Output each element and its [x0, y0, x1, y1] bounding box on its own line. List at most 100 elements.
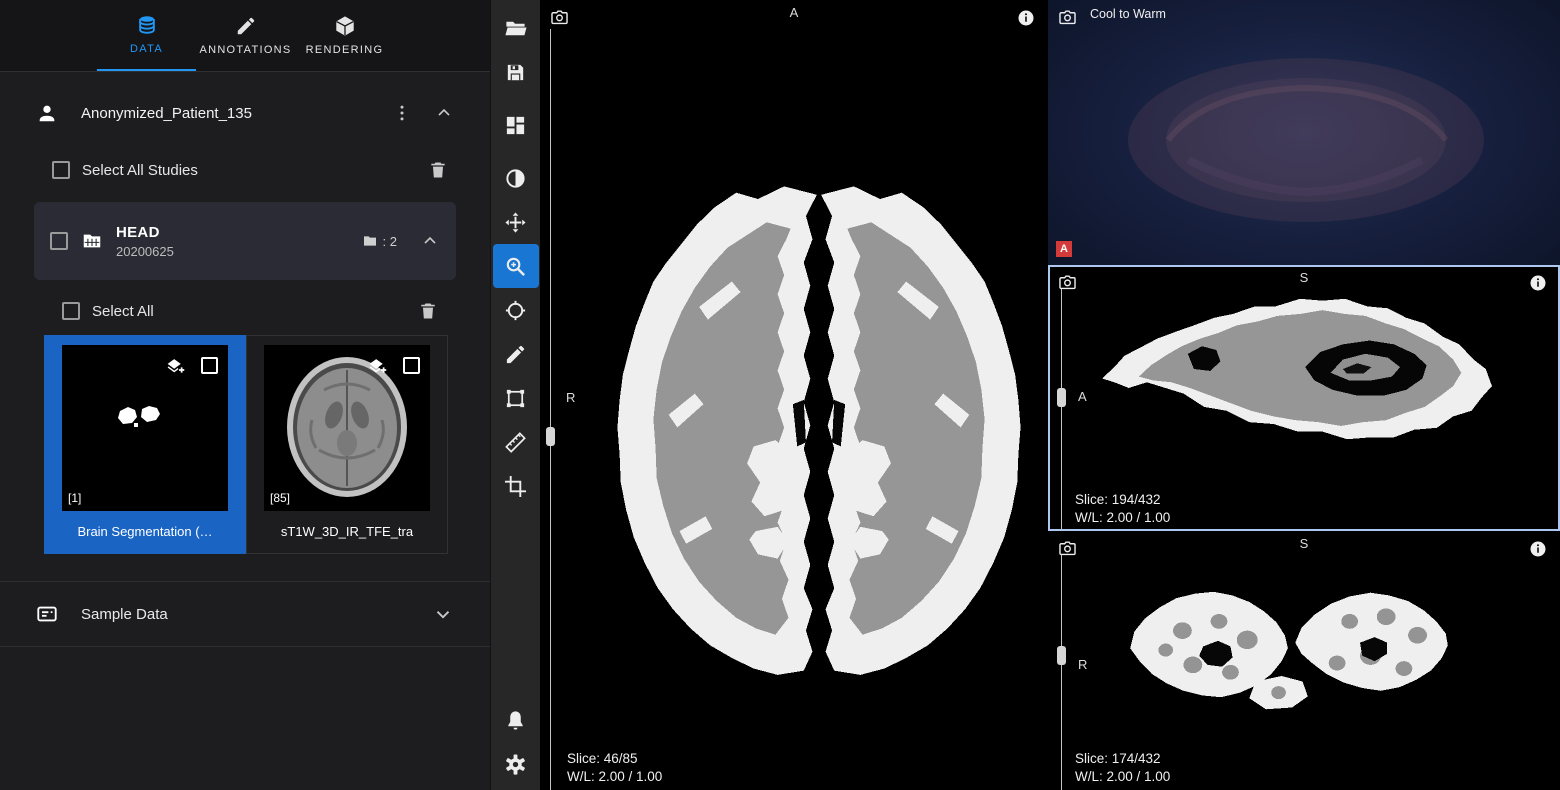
window-level-tool[interactable]	[493, 156, 539, 200]
crosshairs-tool[interactable]	[493, 288, 539, 332]
patient-header: Anonymized_Patient_135	[0, 94, 490, 132]
open-files-button[interactable]	[493, 6, 539, 50]
slice-slider[interactable]	[1061, 289, 1062, 531]
study-folder-icon	[81, 230, 103, 252]
volume-thumbnail: [85]	[264, 345, 430, 511]
crosshairs-icon	[504, 299, 527, 322]
volume-3d-view[interactable]: Cool to Warm A	[1048, 0, 1560, 265]
database-icon	[136, 14, 158, 36]
camera-icon	[1058, 8, 1077, 27]
orientation-marker-anterior: A	[1056, 241, 1072, 257]
orientation-label-superior: S	[1300, 536, 1309, 551]
slice-slider-handle[interactable]	[1057, 388, 1066, 407]
pencil-icon	[235, 15, 257, 37]
patient-collapse-button[interactable]	[432, 101, 456, 125]
sagittal-view[interactable]: S A Slice: 194/432 W/L: 2.00 / 1.00	[1048, 265, 1560, 531]
ruler-tool[interactable]	[493, 420, 539, 464]
select-all-row: Select All	[0, 294, 490, 328]
patient-menu-button[interactable]	[390, 101, 414, 125]
rectangle-select-icon	[504, 387, 527, 410]
info-icon	[1529, 540, 1547, 558]
slice-hud: Slice: 194/432 W/L: 2.00 / 1.00	[1075, 491, 1170, 526]
notifications-button[interactable]	[493, 698, 539, 742]
tab-data-label: DATA	[130, 43, 163, 55]
tab-rendering-label: RENDERING	[306, 44, 384, 56]
volume-thumbnail: [1]	[62, 345, 228, 511]
tab-annotations[interactable]: ANNOTATIONS	[196, 0, 295, 71]
camera-icon	[550, 8, 569, 27]
orientation-label-anterior: A	[1078, 389, 1087, 404]
volume-select-checkbox[interactable]	[201, 357, 218, 374]
settings-button[interactable]	[493, 742, 539, 786]
study-name: HEAD	[116, 224, 349, 241]
window-level-label: W/L: 2.00 / 1.00	[1075, 768, 1170, 786]
patient-name: Anonymized_Patient_135	[81, 105, 390, 122]
select-all-studies-row: Select All Studies	[0, 152, 490, 188]
select-all-label: Select All	[92, 303, 416, 320]
slice-slider-handle[interactable]	[546, 427, 555, 446]
coronal-view[interactable]: S R Slice: 174/432 W/L: 2.00 / 1.00	[1048, 531, 1560, 790]
info-icon	[1017, 9, 1035, 27]
chevron-up-icon	[420, 231, 440, 251]
tab-annotations-label: ANNOTATIONS	[199, 44, 291, 56]
slice-slider[interactable]	[550, 29, 551, 790]
divider	[0, 646, 490, 647]
info-button[interactable]	[1529, 540, 1547, 558]
paint-tool[interactable]	[493, 332, 539, 376]
paint-pencil-icon	[504, 343, 527, 366]
volview-app: DATA ANNOTATIONS RENDERING Anonymized_Pa…	[0, 0, 1560, 790]
tab-rendering[interactable]: RENDERING	[295, 0, 394, 71]
delete-volumes-button[interactable]	[416, 299, 440, 323]
slice-slider-handle[interactable]	[1057, 646, 1066, 665]
coronal-slice-image	[1126, 589, 1452, 713]
bell-icon	[504, 709, 527, 732]
dots-vertical-icon	[392, 103, 412, 123]
crop-tool[interactable]	[493, 464, 539, 508]
pan-tool[interactable]	[493, 200, 539, 244]
screenshot-button[interactable]	[550, 8, 569, 27]
trash-icon	[418, 301, 438, 321]
info-icon	[1529, 274, 1547, 292]
select-all-checkbox[interactable]	[62, 302, 80, 320]
volume-caption: sT1W_3D_IR_TFE_tra	[264, 524, 430, 539]
sidebar: DATA ANNOTATIONS RENDERING Anonymized_Pa…	[0, 0, 490, 790]
info-button[interactable]	[1529, 274, 1547, 292]
study-meta: HEAD 20200625	[116, 224, 349, 259]
delete-studies-button[interactable]	[426, 158, 450, 182]
slice-label: Slice: 46/85	[567, 750, 662, 768]
screenshot-button[interactable]	[1058, 8, 1077, 27]
slice-count-badge: [1]	[68, 491, 81, 505]
orientation-label-right: R	[1078, 657, 1087, 672]
sample-data-label: Sample Data	[81, 606, 168, 623]
slice-label: Slice: 194/432	[1075, 491, 1170, 509]
volume-card-brain-segmentation[interactable]: [1] Brain Segmentation (…	[44, 335, 246, 554]
slice-hud: Slice: 46/85 W/L: 2.00 / 1.00	[567, 750, 662, 785]
study-checkbox[interactable]	[50, 232, 68, 250]
select-all-studies-checkbox[interactable]	[52, 161, 70, 179]
volume-list: [1] Brain Segmentation (…	[44, 335, 456, 554]
study-collapse-button[interactable]	[418, 229, 442, 253]
rectangle-tool[interactable]	[493, 376, 539, 420]
add-layer-icon[interactable]	[367, 356, 388, 377]
info-button[interactable]	[1017, 9, 1035, 27]
layout-button[interactable]	[493, 103, 539, 147]
magnify-icon	[504, 255, 527, 278]
tab-data[interactable]: DATA	[97, 0, 196, 71]
study-card[interactable]: HEAD 20200625 : 2	[34, 202, 456, 280]
gear-icon	[504, 753, 527, 776]
volume-caption: Brain Segmentation (…	[62, 524, 228, 539]
orientation-label-right: R	[566, 390, 575, 405]
zoom-tool[interactable]	[493, 244, 539, 288]
axial-view[interactable]: A R Slice: 46/85 W/L: 2.00 / 1.00	[540, 0, 1048, 790]
window-level-label: W/L: 2.00 / 1.00	[1075, 509, 1170, 527]
right-view-column: Cool to Warm A S A Slice: 194/432 W/L:	[1048, 0, 1560, 790]
slice-label: Slice: 174/432	[1075, 750, 1170, 768]
volume-select-checkbox[interactable]	[403, 357, 420, 374]
save-session-button[interactable]	[493, 50, 539, 94]
add-layer-icon[interactable]	[165, 356, 186, 377]
slice-slider[interactable]	[1061, 555, 1062, 790]
folder-open-icon	[504, 17, 527, 40]
sample-data-icon	[36, 603, 58, 625]
sample-data-row[interactable]: Sample Data	[0, 582, 490, 646]
volume-card-st1w[interactable]: [85] sT1W_3D_IR_TFE_tra	[246, 335, 448, 554]
